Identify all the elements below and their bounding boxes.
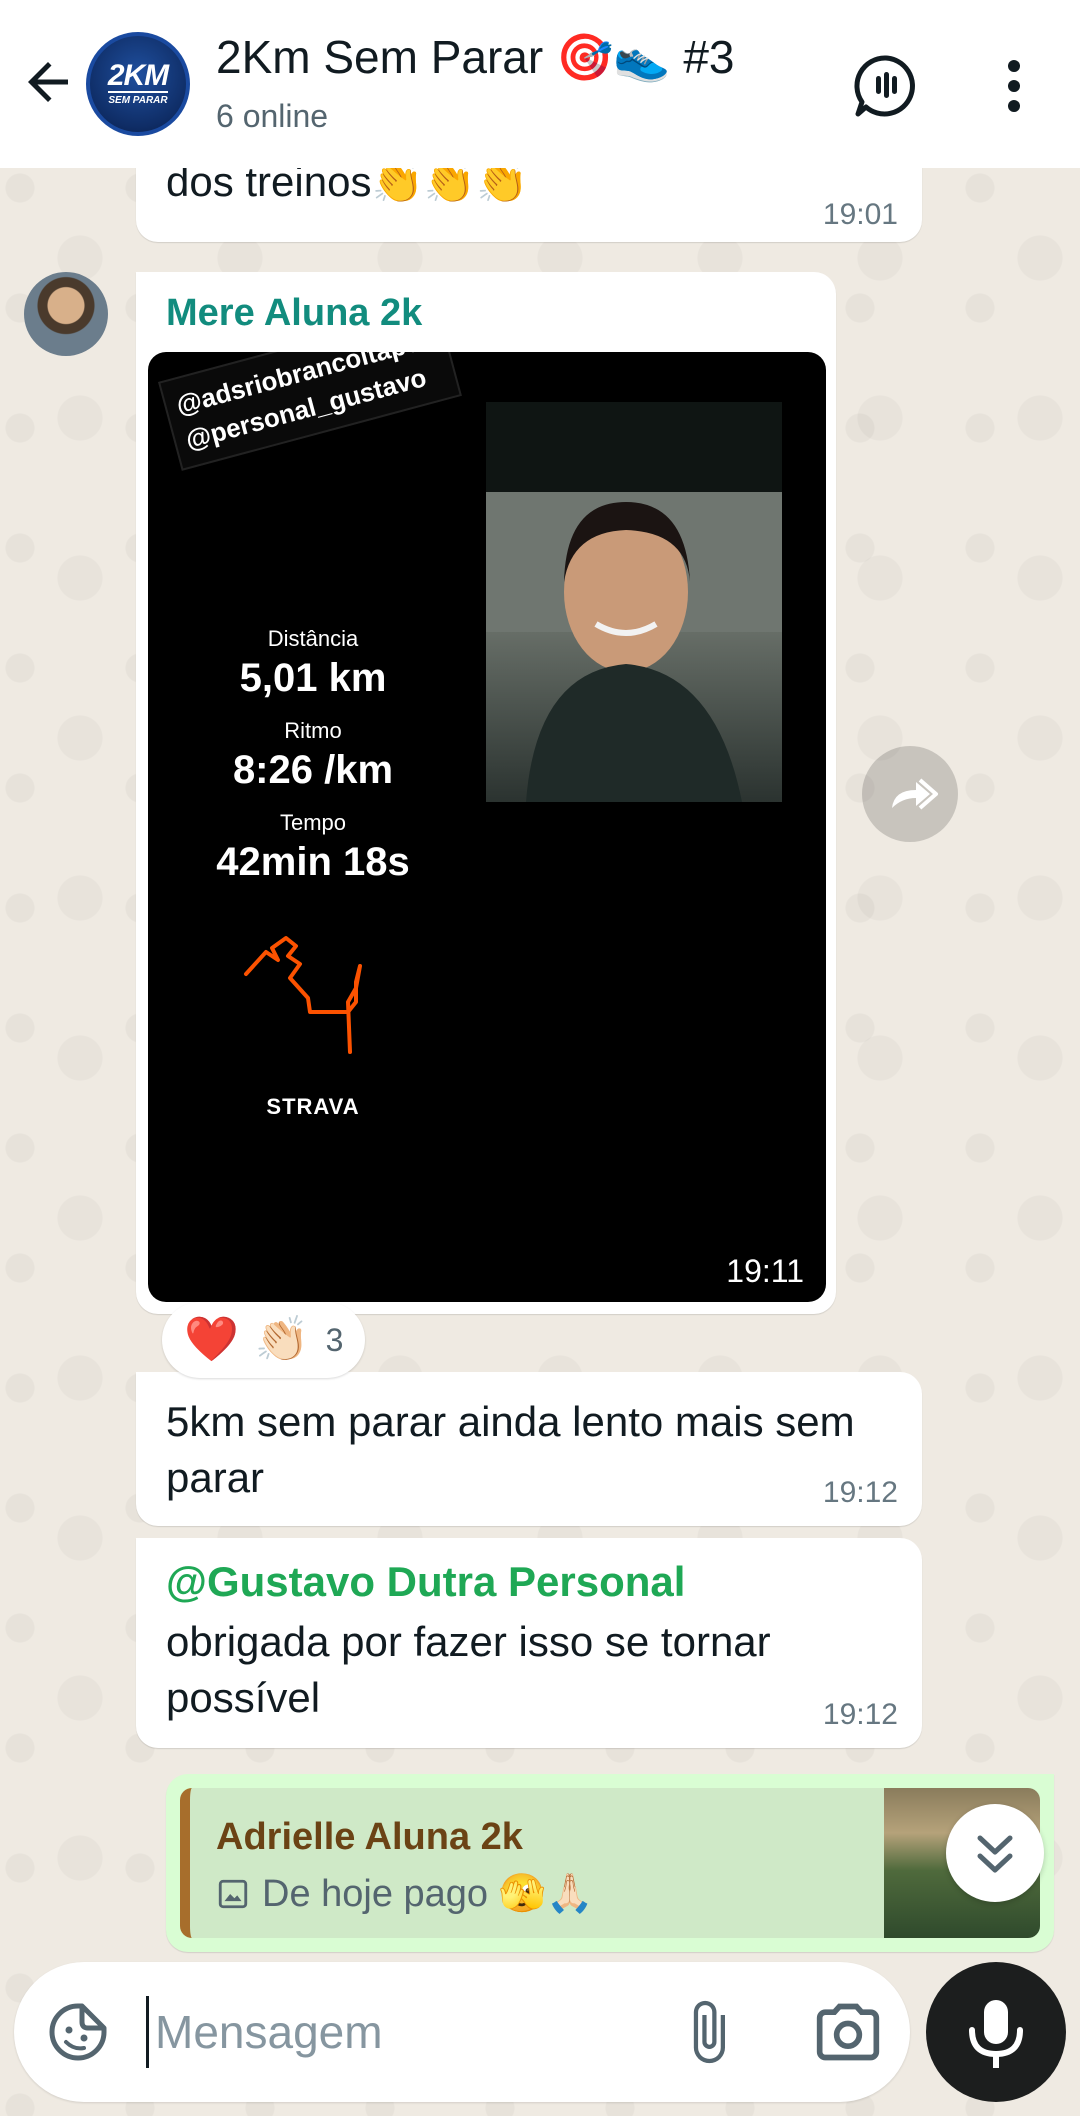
attach-icon[interactable] [674,1998,742,2066]
image-message-bubble[interactable]: Mere Aluna 2k @adsriobrancoitape @person… [136,272,836,1314]
chat-subtitle: 6 online [216,98,329,134]
camera-icon[interactable] [814,1998,882,2066]
strava-brand: STRAVA [266,1094,360,1119]
voice-chat-icon[interactable] [852,52,920,120]
quote-text-row: De hoje pago 🫣🙏🏻 [216,1872,593,1916]
stat-value-distance: 5,01 km [239,656,387,700]
image-icon [218,1879,248,1909]
mic-icon[interactable] [926,1962,1066,2102]
quote-text: De hoje pago 🫣🙏🏻 [262,1873,594,1915]
stat-label-time: Tempo [279,810,347,835]
quoted-message[interactable]: Adrielle Aluna 2k De hoje pago 🫣🙏🏻 [180,1788,1040,1938]
reactions-bar[interactable]: ❤️ 👏🏻 3 [162,1302,366,1378]
message-time: 19:12 [822,1476,898,1509]
image-tag-box: @adsriobrancoitape @personal_gustavo [158,352,462,471]
chat-header: 2KM SEM PARAR 2Km Sem Parar 🎯👟 #3 6 onli… [0,0,1080,168]
group-avatar[interactable]: 2KM SEM PARAR [86,32,190,136]
sticker-icon[interactable] [44,1998,112,2066]
outgoing-message-bubble[interactable]: Adrielle Aluna 2k De hoje pago 🫣🙏🏻 [166,1774,1054,1952]
message-bubble[interactable]: @Gustavo Dutra Personal obrigada por faz… [136,1538,922,1748]
forward-icon[interactable] [862,746,958,842]
message-input[interactable] [146,1996,666,2068]
sender-avatar[interactable] [24,272,108,356]
message-bubble[interactable]: 5km sem parar ainda lento mais sem parar… [136,1372,922,1526]
mention-link[interactable]: @Gustavo Dutra Personal [166,1558,685,1606]
stat-value-time: 42min 18s [216,840,410,884]
message-input-bar [14,1962,910,2102]
more-vert-icon[interactable] [998,54,1030,118]
chat-title[interactable]: 2Km Sem Parar 🎯👟 #3 [216,30,735,85]
sender-name[interactable]: Mere Aluna 2k [166,292,422,335]
stat-value-pace: 8:26 /km [232,748,394,792]
message-text: obrigada por fazer isso se tornar possív… [166,1618,771,1721]
back-arrow-icon[interactable] [18,52,78,112]
reaction-clap: 👏🏻 [254,1315,310,1364]
message-text: 5km sem parar ainda lento mais sem parar [166,1398,855,1501]
avatar-text-small: SEM PARAR [108,91,168,107]
avatar-text-big: 2KM [107,59,169,92]
message-time: 19:11 [726,1253,804,1289]
chevron-double-down-icon[interactable] [946,1804,1044,1902]
reaction-heart: ❤️ [184,1315,239,1364]
stat-label-pace: Ritmo [284,718,342,743]
reaction-count: 3 [325,1321,344,1358]
message-time: 19:12 [822,1698,898,1731]
stat-label-distance: Distância [267,626,359,651]
message-time: 19:01 [822,198,898,231]
strava-image[interactable]: @adsriobrancoitape @personal_gustavo Dis… [148,352,826,1302]
route-map [244,936,362,1054]
selfie-photo [486,402,782,802]
quote-sender-name: Adrielle Aluna 2k [216,1816,523,1858]
